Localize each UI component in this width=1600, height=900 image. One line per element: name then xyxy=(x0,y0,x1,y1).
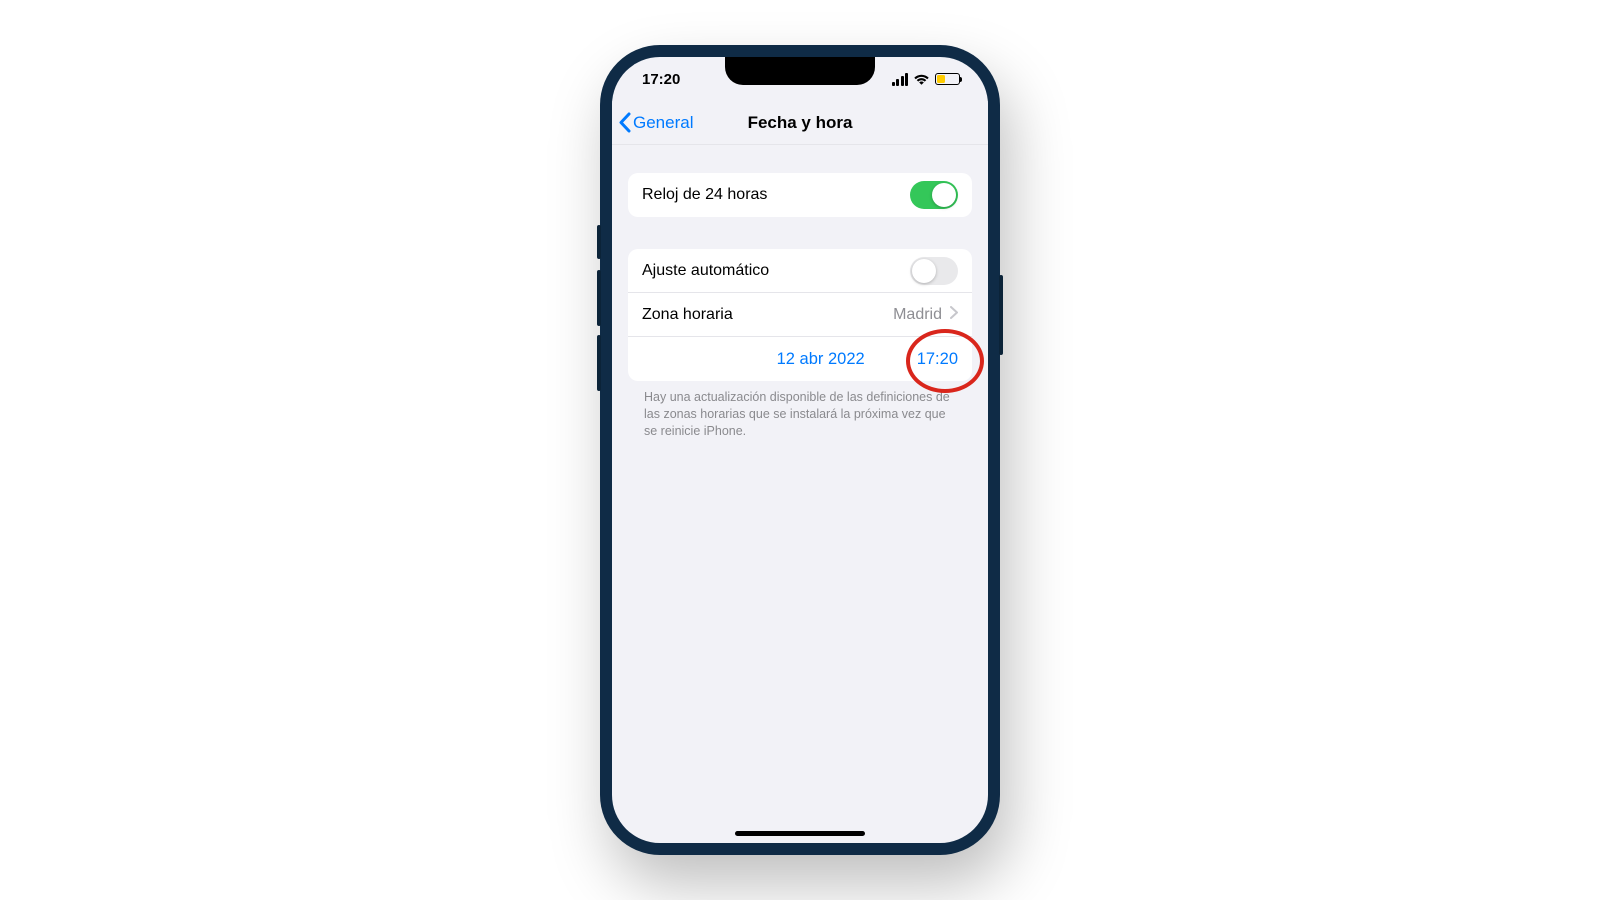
home-indicator[interactable] xyxy=(735,831,865,836)
back-button[interactable]: General xyxy=(618,112,693,133)
chevron-left-icon xyxy=(618,112,631,133)
row-timezone[interactable]: Zona horaria Madrid xyxy=(628,293,972,337)
nav-bar: General Fecha y hora xyxy=(612,101,988,145)
volume-down-button[interactable] xyxy=(597,335,601,391)
time-picker[interactable]: 17:20 xyxy=(917,350,958,369)
row-date-time: 12 abr 2022 17:20 xyxy=(628,337,972,381)
row-24h-clock: Reloj de 24 horas xyxy=(628,173,972,217)
back-label: General xyxy=(633,113,693,133)
cellular-icon xyxy=(892,73,909,86)
settings-group-auto: Ajuste automático Zona horaria Madrid 12… xyxy=(628,249,972,381)
chevron-right-icon xyxy=(950,306,958,324)
settings-content: Reloj de 24 horas Ajuste automático Zona… xyxy=(612,173,988,440)
status-right xyxy=(892,73,961,86)
volume-up-button[interactable] xyxy=(597,270,601,326)
row-auto-label: Ajuste automático xyxy=(642,262,910,280)
wifi-icon xyxy=(913,73,930,86)
mute-switch[interactable] xyxy=(597,225,601,259)
toggle-knob xyxy=(912,259,936,283)
phone-frame: 17:20 General xyxy=(600,45,1000,855)
power-button[interactable] xyxy=(999,275,1003,355)
row-tz-value: Madrid xyxy=(893,306,942,324)
footer-note: Hay una actualización disponible de las … xyxy=(628,381,972,440)
toggle-knob xyxy=(932,183,956,207)
notch xyxy=(725,57,875,85)
date-picker[interactable]: 12 abr 2022 xyxy=(777,350,865,369)
battery-icon xyxy=(935,73,960,85)
screen: 17:20 General xyxy=(612,57,988,843)
row-24h-label: Reloj de 24 horas xyxy=(642,186,910,204)
settings-group-clock: Reloj de 24 horas xyxy=(628,173,972,217)
toggle-24h-clock[interactable] xyxy=(910,181,958,209)
row-auto-adjust: Ajuste automático xyxy=(628,249,972,293)
row-tz-label: Zona horaria xyxy=(642,306,893,324)
toggle-auto-adjust[interactable] xyxy=(910,257,958,285)
status-time: 17:20 xyxy=(642,71,680,88)
